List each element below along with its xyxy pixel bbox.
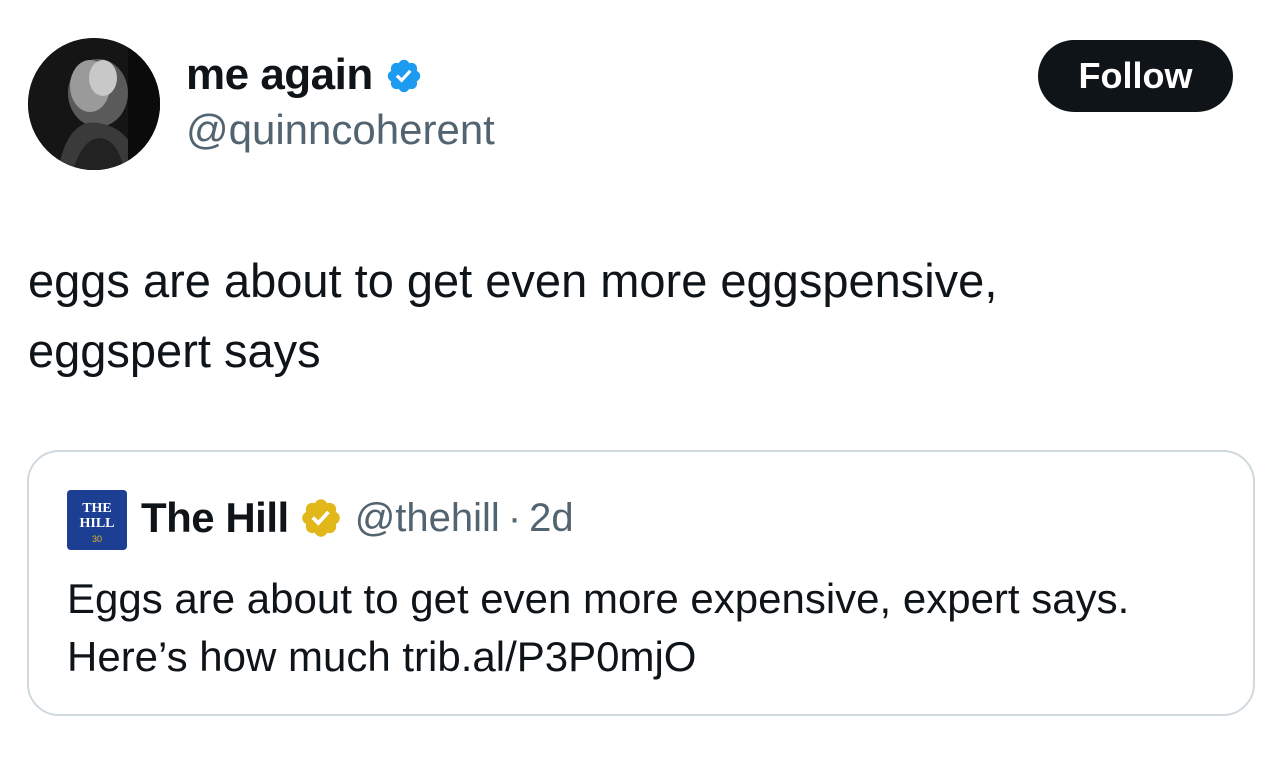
gold-verified-badge-icon[interactable] bbox=[299, 496, 343, 540]
follow-button[interactable]: Follow bbox=[1038, 40, 1233, 112]
tweet-text-line: eggspert says bbox=[28, 324, 321, 377]
quote-text: Eggs are about to get even more expensiv… bbox=[67, 570, 1227, 686]
quote-text-line: Here’s how much trib.al/P3P0mjO bbox=[67, 633, 697, 680]
quote-text-line: Eggs are about to get even more expensiv… bbox=[67, 575, 1130, 622]
avatar-photo bbox=[28, 38, 160, 170]
quote-author-name[interactable]: The Hill bbox=[141, 494, 289, 542]
author-name-text[interactable]: me again bbox=[186, 50, 373, 100]
logo-text-the: THE bbox=[82, 501, 112, 516]
quoted-tweet-card[interactable]: THE HILL 30 The Hill @thehill · 2d Eggs … bbox=[27, 450, 1255, 716]
author-handle[interactable]: @quinncoherent bbox=[186, 106, 495, 154]
logo-text-30: 30 bbox=[92, 534, 102, 544]
logo-text-hill: HILL bbox=[79, 516, 114, 531]
tweet-text: eggs are about to get even more eggspens… bbox=[28, 246, 1248, 386]
quote-header: The Hill @thehill · 2d bbox=[141, 494, 574, 542]
tweet-text-line: eggs are about to get even more eggspens… bbox=[28, 254, 998, 307]
quote-author-handle[interactable]: @thehill bbox=[355, 496, 500, 541]
the-hill-logo-icon: THE HILL 30 bbox=[67, 490, 127, 550]
the-hill-logo-avatar[interactable]: THE HILL 30 bbox=[67, 490, 127, 550]
author-display-name[interactable]: me again bbox=[186, 50, 423, 100]
verified-badge-icon[interactable] bbox=[385, 56, 423, 94]
quote-timestamp[interactable]: 2d bbox=[529, 496, 574, 541]
author-avatar[interactable] bbox=[28, 38, 160, 170]
separator-dot: · bbox=[507, 495, 522, 540]
